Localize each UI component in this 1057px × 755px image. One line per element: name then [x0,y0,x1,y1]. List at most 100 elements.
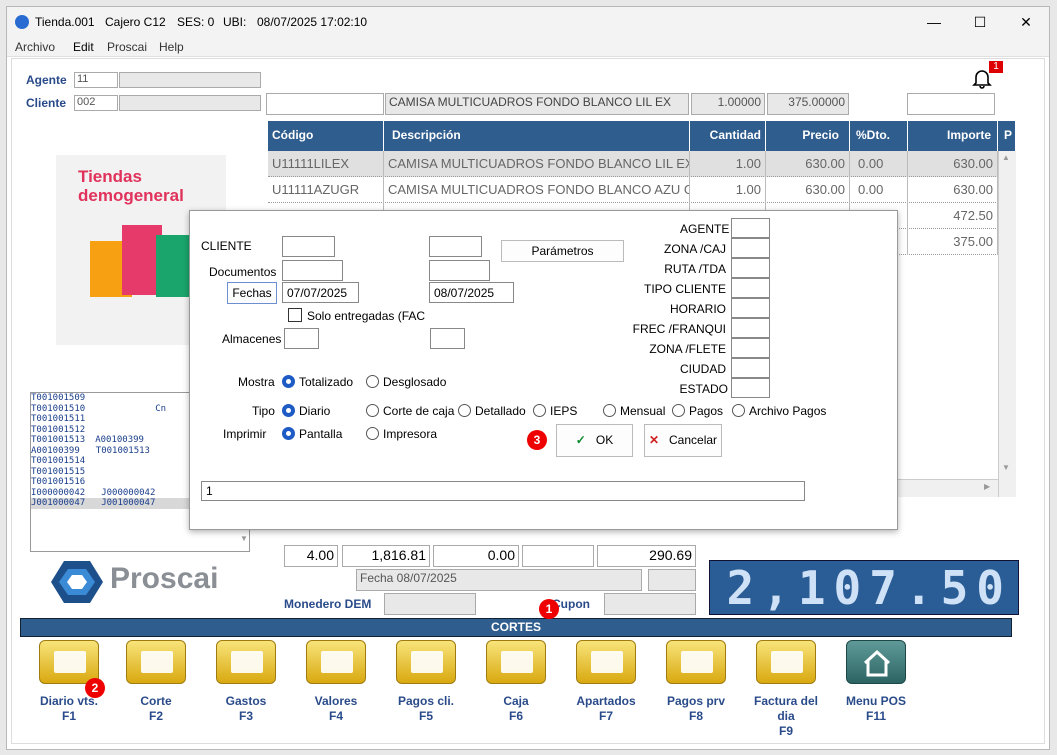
cell-codigo: U11111LILEX [268,151,384,177]
zona-caj-input[interactable] [731,238,770,258]
agente-filter-input[interactable] [731,218,770,238]
zona-flete-label: ZONA /FLETE [649,342,726,356]
col-codigo[interactable]: Código [268,121,384,151]
col-descripcion[interactable]: Descripción [384,121,690,151]
col-importe[interactable]: Importe [908,121,998,151]
cliente-from-input[interactable] [282,236,335,257]
dialog-bottom-input[interactable]: 1 [201,481,805,501]
cupon-field[interactable] [604,593,696,615]
col-precio[interactable]: Precio [766,121,850,151]
menu-help[interactable]: Help [159,40,184,54]
totalizado-radio[interactable]: Totalizado [282,375,353,391]
pagos-prv-button[interactable]: Pagos prv F8 [656,640,736,724]
documentos-from-input[interactable] [282,260,343,281]
agente-label: Agente [26,73,67,87]
desglosado-radio[interactable]: Desglosado [366,375,446,391]
fecha-fin-input[interactable]: 08/07/2025 [429,282,514,303]
tipo-cliente-input[interactable] [731,278,770,298]
package-icon [576,640,636,684]
step-badge-3: 3 [527,430,547,450]
almacen-from-input[interactable] [284,328,319,349]
valores-button[interactable]: Valores F4 [296,640,376,724]
code-search-input[interactable] [266,93,384,115]
ciudad-input[interactable] [731,358,770,378]
list-code: J001000047 [31,498,86,508]
ok-button[interactable]: ✓ OK [556,424,633,457]
minimize-button[interactable]: — [911,7,957,37]
menu-archivo[interactable]: Archivo [15,40,55,54]
corte-button[interactable]: Corte F2 [116,640,196,724]
fkey-key: F6 [508,709,523,723]
mensual-radio[interactable]: Mensual [603,404,665,420]
fkey-key: F9 [778,724,793,738]
gastos-button[interactable]: Gastos F3 [206,640,286,724]
cliente-name [119,95,261,111]
menu-pos-button[interactable]: Menu POS F11 [836,640,916,724]
fkey-key: F5 [418,709,433,723]
radio-dot [366,375,379,388]
search-extra-input[interactable] [907,93,995,115]
scroll-up-icon[interactable]: ▲ [1002,153,1010,162]
list-code-2: T001001513 [95,445,150,456]
radio-label: Desglosado [383,375,447,389]
radio-dot [282,404,295,417]
fecha-inicio-input[interactable]: 07/07/2025 [282,282,359,303]
frec-franqui-input[interactable] [731,318,770,338]
monedero-field[interactable] [384,593,476,615]
brand-name: Proscai [110,562,219,595]
fkey-label: Valores [314,694,358,708]
estado-label: ESTADO [679,382,728,396]
maximize-button[interactable]: ☐ [957,7,1003,37]
menu-proscai[interactable]: Proscai [107,40,147,54]
zona-flete-input[interactable] [731,338,770,358]
cliente-input[interactable]: 002 [74,95,118,111]
ieps-radio[interactable]: IEPS [533,404,577,420]
col-descuento[interactable]: %Dto. [850,121,908,151]
apartados-button[interactable]: Apartados F7 [566,640,646,724]
diario-radio[interactable]: Diario [282,404,330,420]
list-code: T001001515 [31,466,86,477]
grid-scrollbar[interactable]: ▲ ▼ [998,151,1016,497]
scroll-down-icon[interactable]: ▼ [1002,463,1010,472]
agente-input[interactable]: 11 [74,72,118,88]
parametros-button[interactable]: Parámetros [501,240,624,262]
fechas-button[interactable]: Fechas [227,282,277,304]
list-code: T001001513 [31,435,86,445]
list-code: T001001512 [31,424,86,435]
impresora-radio[interactable]: Impresora [366,427,437,443]
close-button[interactable]: ✕ [1003,7,1049,37]
radio-dot [282,375,295,388]
detallado-radio[interactable]: Detallado [458,404,526,420]
report-icon [39,640,99,684]
money-hand-icon [216,640,276,684]
cliente-to-input[interactable] [429,236,482,257]
fkey-key: F3 [238,709,253,723]
pagos-radio[interactable]: Pagos [672,404,723,420]
ubi-label: UBI: [223,15,247,29]
list-code: T001001509 [31,393,86,403]
pagos-cli-button[interactable]: Pagos cli. F5 [386,640,466,724]
dlg-cliente-label: CLIENTE [201,239,252,253]
solo-entregadas-checkbox[interactable] [288,308,302,322]
cell-precio: 630.00 [766,177,850,203]
menu-edit[interactable]: Edit [73,40,94,54]
factura-dia-button[interactable]: Factura del dia F9 [746,640,826,739]
fkey-label: Pagos cli. [397,694,455,708]
archivo-pagos-radio[interactable]: Archivo Pagos [732,404,826,420]
pantalla-radio[interactable]: Pantalla [282,427,342,443]
horario-input[interactable] [731,298,770,318]
scroll-right-icon[interactable]: ▶ [984,482,990,491]
col-cantidad[interactable]: Cantidad [690,121,766,151]
documentos-to-input[interactable] [429,260,490,281]
table-row[interactable]: U11111LILEX CAMISA MULTICUADROS FONDO BL… [268,151,998,177]
table-row[interactable]: U11111AZUGR CAMISA MULTICUADROS FONDO BL… [268,177,998,203]
window-title: Tienda.001 [35,15,95,29]
estado-input[interactable] [731,378,770,398]
col-p[interactable]: P [998,121,1016,151]
cancelar-button[interactable]: ✕ Cancelar [644,424,722,457]
corte-caja-radio[interactable]: Corte de caja [366,404,454,420]
caja-button[interactable]: Caja F6 [476,640,556,724]
ruta-tda-input[interactable] [731,258,770,278]
almacen-to-input[interactable] [430,328,465,349]
list-scroll-down-icon[interactable]: ▼ [240,534,248,543]
